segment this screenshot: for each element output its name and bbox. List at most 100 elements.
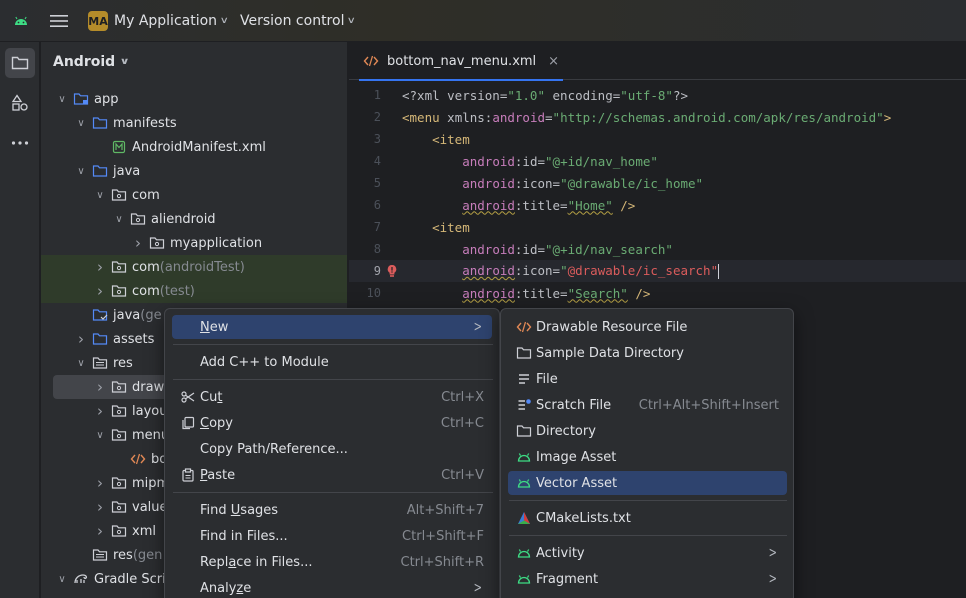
chevron-right-icon[interactable]: › — [93, 498, 107, 516]
code-token: "@+id/nav_search" — [545, 241, 673, 257]
xml-file-icon — [516, 319, 532, 335]
editor-tab[interactable]: bottom_nav_menu.xml × — [359, 42, 564, 81]
code-line: 6 android:title="Home" /> — [349, 194, 966, 216]
code-line: 5 android:icon="@drawable/ic_home" — [349, 172, 966, 194]
code-token: android — [462, 263, 515, 278]
chevron-right-icon[interactable]: › — [93, 282, 107, 300]
chevron-down-icon[interactable]: ∨ — [55, 94, 69, 105]
menu-item-find-usages[interactable]: Find Usages Alt+Shift+7 — [172, 498, 492, 522]
menu-item-shortcut: Ctrl+X — [441, 389, 484, 405]
line-number: 10 — [366, 286, 381, 300]
tree-item[interactable]: ∨ com — [41, 183, 347, 207]
menu-item-label: Activity — [536, 545, 585, 561]
package-icon — [111, 427, 127, 443]
menu-item-label: Image Asset — [536, 449, 617, 465]
tree-item-label: myapplication — [170, 235, 263, 251]
project-selector[interactable]: My Application ∨ — [114, 0, 229, 42]
folder-icon — [92, 115, 108, 131]
tree-item[interactable]: › com (androidTest) — [41, 255, 347, 279]
tree-item[interactable]: ∨ aliendroid — [41, 207, 347, 231]
code-token: android — [462, 241, 515, 257]
tree-item-label: xml — [132, 523, 156, 539]
tree-item[interactable]: ∨ java — [41, 159, 347, 183]
tree-item[interactable]: › com (test) — [41, 279, 347, 303]
tree-item[interactable]: AndroidManifest.xml — [41, 135, 347, 159]
tree-item[interactable]: ∨ app — [41, 87, 347, 111]
chevron-down-icon[interactable]: ∨ — [74, 358, 88, 369]
close-icon[interactable]: × — [548, 54, 559, 69]
version-control-selector[interactable]: Version control ∨ — [240, 0, 357, 42]
code-token: :id= — [514, 153, 546, 169]
folder-icon — [92, 331, 108, 347]
submenu-item-file[interactable]: File — [508, 367, 787, 391]
tab-label: bottom_nav_menu.xml — [387, 53, 537, 69]
chevron-right-icon[interactable]: › — [93, 402, 107, 420]
code-token: @drawable/ic_search" — [567, 263, 719, 278]
chevron-down-icon: ∨ — [119, 57, 130, 67]
title-bar: MA My Application ∨ Version control ∨ — [0, 0, 966, 42]
menu-item-copy[interactable]: Copy Ctrl+C — [172, 411, 492, 435]
submenu-item-scratch-file[interactable]: Scratch File Ctrl+Alt+Shift+Insert — [508, 393, 787, 417]
submenu-item-fragment[interactable]: Fragment > — [508, 567, 787, 591]
menu-item-paste[interactable]: Paste Ctrl+V — [172, 463, 492, 487]
code-line: 4 android:id="@+id/nav_home" — [349, 150, 966, 172]
submenu-item-image-asset[interactable]: Image Asset — [508, 445, 787, 469]
menu-item-shortcut: Alt+Shift+7 — [406, 502, 484, 518]
file-icon — [516, 371, 532, 387]
project-tool-button[interactable] — [5, 48, 35, 78]
submenu-item-vector-asset[interactable]: Vector Asset — [508, 471, 787, 495]
chevron-right-icon[interactable]: › — [74, 330, 88, 348]
folder-icon — [516, 423, 532, 439]
chevron-right-icon[interactable]: › — [93, 258, 107, 276]
code-token: encoding= — [545, 87, 621, 103]
menu-item-label: N — [200, 319, 210, 335]
tree-item-label: assets — [113, 331, 155, 347]
menu-item-replace-in-files[interactable]: Replace in Files... Ctrl+Shift+R — [172, 550, 492, 574]
submenu-item-cmakelists[interactable]: CMakeLists.txt — [508, 506, 787, 530]
tree-item-suffix: (androidTest) — [159, 259, 245, 275]
chevron-down-icon[interactable]: ∨ — [112, 214, 126, 225]
resource-manager-button[interactable] — [5, 88, 35, 118]
code-token: "Home" — [567, 197, 613, 213]
code-token: :icon= — [514, 263, 561, 278]
menu-item-find-in-files[interactable]: Find in Files... Ctrl+Shift+F — [172, 524, 492, 548]
line-number: 3 — [373, 132, 381, 146]
chevron-down-icon[interactable]: ∨ — [93, 430, 107, 441]
more-tools-button[interactable] — [5, 128, 35, 158]
chevron-down-icon: ∨ — [347, 16, 357, 26]
chevron-right-icon[interactable]: › — [93, 474, 107, 492]
menu-item-copy-path[interactable]: Copy Path/Reference... — [172, 437, 492, 461]
chevron-right-icon[interactable]: › — [93, 378, 107, 396]
submenu-item-sample-data-directory[interactable]: Sample Data Directory — [508, 341, 787, 365]
submenu-item-directory[interactable]: Directory — [508, 419, 787, 443]
menu-item-cut[interactable]: Cut Ctrl+X — [172, 385, 492, 409]
chevron-down-icon[interactable]: ∨ — [74, 118, 88, 129]
line-number: 9 — [373, 264, 381, 278]
chevron-right-icon[interactable]: › — [131, 234, 145, 252]
error-bulb-icon[interactable] — [381, 264, 402, 278]
menu-item-add-cpp[interactable]: Add C++ to Module — [172, 350, 492, 374]
menu-item-label: U — [230, 502, 241, 518]
chevron-down-icon[interactable]: ∨ — [74, 166, 88, 177]
main-menu-icon[interactable] — [48, 0, 70, 42]
tree-item[interactable]: › myapplication — [41, 231, 347, 255]
menu-item-new[interactable]: New > — [172, 315, 492, 339]
project-view-selector[interactable]: Android ∨ — [53, 52, 130, 72]
submenu-item-activity[interactable]: Activity > — [508, 541, 787, 565]
chevron-down-icon[interactable]: ∨ — [93, 190, 107, 201]
module-folder-icon — [73, 91, 89, 107]
submenu-item-drawable-resource-file[interactable]: Drawable Resource File — [508, 315, 787, 339]
menu-item-label: ew — [209, 319, 229, 335]
menu-item-label: ce in Files... — [236, 554, 313, 570]
tree-item-label: value — [132, 499, 168, 515]
line-number: 8 — [373, 242, 381, 256]
menu-item-label: Analy — [200, 580, 237, 596]
menu-item-analyze[interactable]: Analyze > — [172, 576, 492, 598]
tree-item-label: res — [113, 547, 133, 563]
project-badge[interactable]: MA — [88, 11, 108, 31]
chevron-right-icon[interactable]: › — [93, 522, 107, 540]
tree-item-suffix: (gen — [132, 547, 163, 563]
chevron-down-icon[interactable]: ∨ — [55, 574, 69, 585]
folder-icon — [92, 163, 108, 179]
tree-item[interactable]: ∨ manifests — [41, 111, 347, 135]
